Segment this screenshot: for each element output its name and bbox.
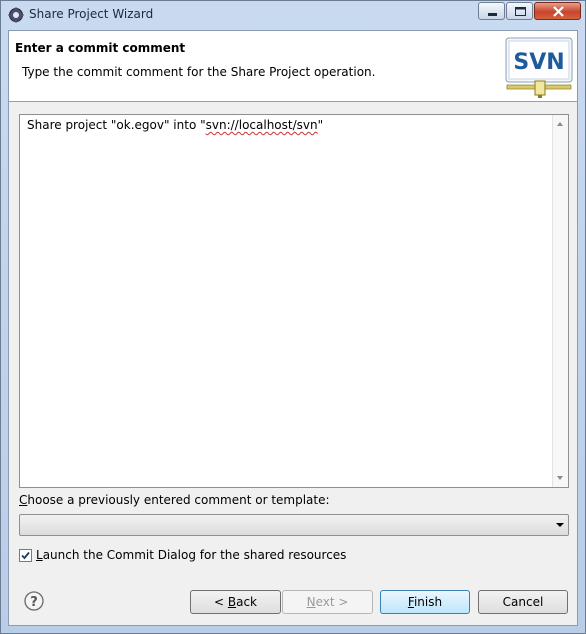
window-title: Share Project Wizard xyxy=(29,7,154,21)
help-icon[interactable]: ? xyxy=(24,591,44,611)
back-button[interactable]: < Back xyxy=(190,590,281,614)
close-button[interactable] xyxy=(534,2,581,20)
svn-logo-icon: SVN xyxy=(505,37,573,98)
launch-commit-label[interactable]: Launch the Commit Dialog for the shared … xyxy=(36,548,346,562)
minimize-button[interactable] xyxy=(478,2,505,20)
template-dropdown[interactable] xyxy=(19,514,569,536)
checkmark-icon xyxy=(21,551,30,560)
maximize-icon xyxy=(515,7,526,16)
title-bar[interactable]: Share Project Wizard xyxy=(1,1,585,29)
repository-url: svn://localhost/svn xyxy=(205,118,318,132)
svn-logo-text: SVN xyxy=(513,50,564,75)
eclipse-gear-icon xyxy=(8,7,24,23)
wizard-header: Enter a commit comment Type the commit c… xyxy=(9,31,577,102)
svg-text:?: ? xyxy=(30,595,38,610)
finish-button[interactable]: Finish xyxy=(380,590,470,614)
page-title: Enter a commit comment xyxy=(15,41,186,55)
launch-commit-checkbox[interactable] xyxy=(19,549,32,562)
commit-comment-textarea[interactable]: Share project "ok.egov" into "svn://loca… xyxy=(19,114,569,488)
scroll-up-icon[interactable] xyxy=(557,122,563,126)
vertical-scrollbar[interactable] xyxy=(552,115,568,487)
wizard-window: Share Project Wizard Enter a commit comm… xyxy=(0,0,586,634)
chevron-down-icon xyxy=(556,523,564,527)
scroll-down-icon[interactable] xyxy=(557,476,563,480)
cancel-button[interactable]: Cancel xyxy=(478,590,568,614)
page-description: Type the commit comment for the Share Pr… xyxy=(22,65,376,79)
wizard-client-area: Enter a commit comment Type the commit c… xyxy=(8,30,578,626)
template-label: Choose a previously entered comment or t… xyxy=(19,493,330,507)
close-icon xyxy=(553,6,564,17)
minimize-icon xyxy=(488,13,497,16)
commit-comment-text: Share project "ok.egov" into "svn://loca… xyxy=(27,118,324,132)
next-button[interactable]: Next > xyxy=(282,590,373,614)
maximize-button[interactable] xyxy=(506,2,533,20)
